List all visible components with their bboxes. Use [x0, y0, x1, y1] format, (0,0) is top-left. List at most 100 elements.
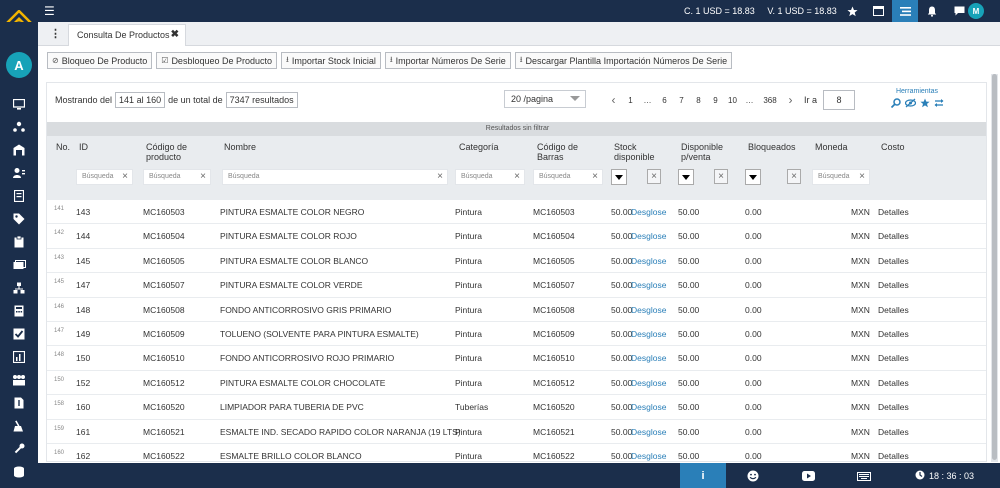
unblock-product-button[interactable]: ☑ Desbloqueo De Producto — [156, 52, 278, 69]
details-link[interactable]: Detalles — [878, 402, 909, 412]
next-page-icon[interactable]: › — [782, 93, 799, 107]
table-row[interactable]: 150 152 MC160512 PINTURA ESMALTE COLOR CHOC… — [47, 370, 986, 396]
page-link[interactable]: 6 — [656, 96, 673, 105]
keyboard-icon[interactable] — [856, 468, 872, 484]
col-id[interactable]: ID — [79, 142, 88, 152]
team-icon[interactable] — [12, 373, 26, 387]
desglose-link[interactable]: Desglose — [631, 402, 666, 412]
details-link[interactable]: Detalles — [878, 305, 909, 315]
sidebar-user-avatar[interactable]: A — [6, 52, 32, 78]
monitor-icon[interactable] — [12, 97, 26, 111]
user-list-icon[interactable] — [12, 166, 26, 180]
goto-page-input[interactable]: 8 — [823, 90, 856, 110]
page-link[interactable]: 10 — [724, 96, 741, 105]
info-button[interactable]: i — [680, 463, 726, 488]
table-row[interactable]: 158 160 MC160520 LIMPIADOR PARA TUBERIA DE … — [47, 395, 986, 420]
code-filter[interactable]: Búsqueda × — [143, 169, 211, 185]
stock-filter[interactable]: × — [611, 169, 663, 185]
col-cost[interactable]: Costo — [881, 142, 905, 152]
warehouse-icon[interactable] — [12, 143, 26, 157]
document-icon[interactable] — [12, 189, 26, 203]
desglose-link[interactable]: Desglose — [631, 256, 666, 266]
category-filter[interactable]: Búsqueda × — [455, 169, 525, 185]
broom-icon[interactable] — [12, 419, 26, 433]
desglose-link[interactable]: Desglose — [631, 329, 666, 339]
desglose-link[interactable]: Desglose — [631, 451, 666, 461]
import-serials-button[interactable]: ⭳ Importar Números De Serie — [384, 52, 511, 69]
clear-icon[interactable]: × — [200, 171, 206, 182]
users-network-icon[interactable] — [12, 120, 26, 134]
table-row[interactable]: 160 162 MC160522 ESMALTE BRILLO COLOR BLANC… — [47, 443, 986, 461]
details-link[interactable]: Detalles — [878, 427, 909, 437]
money-icon[interactable] — [12, 258, 26, 272]
table-row[interactable]: 146 148 MC160508 FONDO ANTICORROSIVO GRIS P… — [47, 297, 986, 322]
clipboard-icon[interactable] — [12, 235, 26, 249]
page-link[interactable]: 1 — [622, 96, 639, 105]
video-icon[interactable] — [800, 468, 816, 484]
col-name[interactable]: Nombre — [224, 142, 256, 152]
id-filter[interactable]: Búsqueda × — [76, 169, 133, 185]
chat-icon[interactable] — [951, 3, 967, 19]
prev-page-icon[interactable]: ‹ — [605, 93, 622, 107]
tag-icon[interactable] — [12, 212, 26, 226]
database-icon[interactable] — [12, 465, 26, 479]
tab-consulta-productos[interactable]: Consulta De Productos ✖ — [68, 24, 186, 46]
table-row[interactable]: 148 150 MC160510 FONDO ANTICORROSIVO ROJO P… — [47, 346, 986, 371]
operator-dropdown[interactable] — [611, 169, 627, 185]
col-stock[interactable]: Stock disponible — [614, 142, 674, 162]
details-link[interactable]: Detalles — [878, 451, 909, 461]
clear-icon[interactable]: × — [592, 171, 598, 182]
star-icon[interactable] — [919, 98, 930, 111]
operator-dropdown[interactable] — [678, 169, 694, 185]
user-avatar[interactable]: M — [968, 3, 984, 19]
col-currency[interactable]: Moneda — [815, 142, 848, 152]
details-link[interactable]: Detalles — [878, 256, 909, 266]
block-product-button[interactable]: ⊘ Bloqueo De Producto — [47, 52, 153, 69]
page-link[interactable]: 7 — [673, 96, 690, 105]
desglose-link[interactable]: Desglose — [631, 231, 666, 241]
scrollbar-thumb[interactable] — [992, 74, 997, 460]
col-no[interactable]: No. — [56, 142, 70, 152]
col-code[interactable]: Código de producto — [146, 142, 218, 162]
page-link[interactable]: 368 — [758, 96, 782, 105]
desglose-link[interactable]: Desglose — [631, 427, 666, 437]
desglose-link[interactable]: Desglose — [631, 378, 666, 388]
table-row[interactable]: 142 144 MC160504 PINTURA ESMALTE COLOR ROJO… — [47, 224, 986, 249]
table-row[interactable]: 159 161 MC160521 ESMALTE IND. SECADO RAPIDO… — [47, 419, 986, 444]
import-stock-button[interactable]: ⭳ Importar Stock Inicial — [281, 52, 381, 69]
clear-icon[interactable]: × — [437, 171, 443, 182]
clear-icon[interactable]: × — [122, 171, 128, 182]
desglose-link[interactable]: Desglose — [631, 305, 666, 315]
page-link[interactable]: 9 — [707, 96, 724, 105]
report-icon[interactable] — [12, 350, 26, 364]
file-dollar-icon[interactable] — [12, 396, 26, 410]
col-available[interactable]: Disponible p/venta — [681, 142, 741, 162]
calculator-icon[interactable] — [12, 304, 26, 318]
clear-icon[interactable]: × — [787, 169, 801, 184]
bell-icon[interactable] — [924, 3, 940, 19]
swap-icon[interactable] — [934, 98, 944, 111]
available-filter[interactable]: × — [678, 169, 730, 185]
smile-icon[interactable] — [745, 468, 761, 484]
download-template-button[interactable]: ⭳ Descargar Plantilla Importación Número… — [514, 52, 733, 69]
more-options-icon[interactable]: ⋮ — [50, 27, 61, 40]
star-icon[interactable] — [844, 3, 860, 19]
clear-icon[interactable]: × — [859, 171, 865, 182]
details-link[interactable]: Detalles — [878, 378, 909, 388]
details-link[interactable]: Detalles — [878, 280, 909, 290]
table-row[interactable]: 145 147 MC160507 PINTURA ESMALTE COLOR VERD… — [47, 273, 986, 298]
currency-filter[interactable]: Búsqueda × — [812, 169, 870, 185]
col-blocked[interactable]: Bloqueados — [748, 142, 796, 152]
details-link[interactable]: Detalles — [878, 207, 909, 217]
eye-off-icon[interactable] — [904, 98, 916, 111]
table-row[interactable]: 141 143 MC160503 PINTURA ESMALTE COLOR NEGR… — [47, 200, 986, 225]
clear-icon[interactable]: × — [647, 169, 661, 184]
desglose-link[interactable]: Desglose — [631, 353, 666, 363]
window-icon[interactable] — [870, 3, 886, 19]
filter-lines-icon[interactable] — [892, 0, 918, 22]
barcode-filter[interactable]: Búsqueda × — [533, 169, 603, 185]
checkbox-icon[interactable] — [12, 327, 26, 341]
close-tab-icon[interactable]: ✖ — [171, 29, 179, 40]
vertical-scrollbar[interactable] — [991, 74, 998, 462]
details-link[interactable]: Detalles — [878, 353, 909, 363]
